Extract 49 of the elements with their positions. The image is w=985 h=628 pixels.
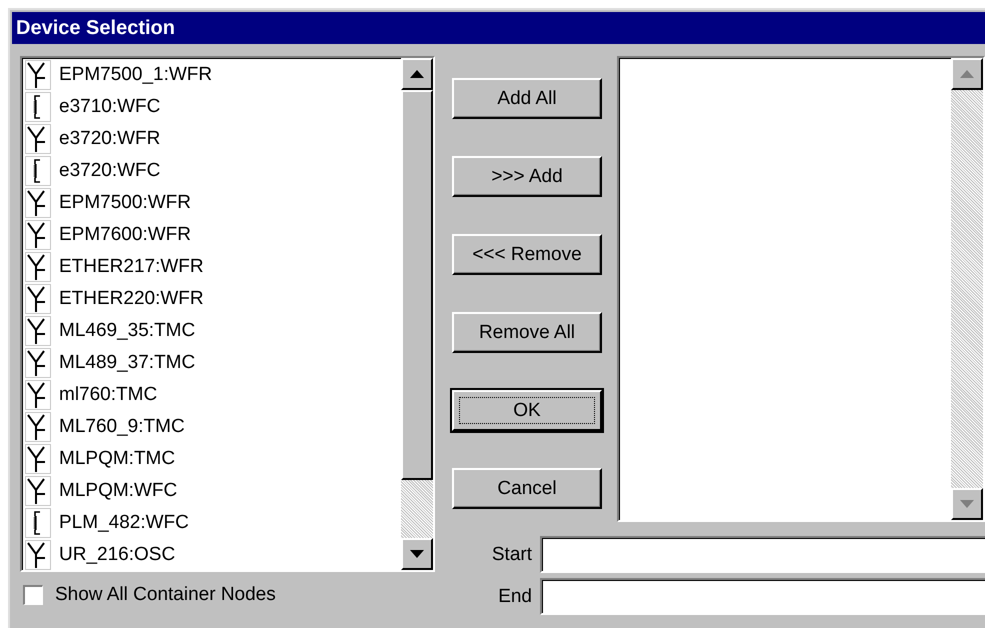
coil-icon	[25, 92, 51, 122]
antenna-icon	[25, 412, 51, 442]
antenna-icon	[25, 476, 51, 506]
coil-icon	[25, 508, 51, 538]
scroll-up-icon	[410, 70, 424, 78]
dialog-button[interactable]: Cancel	[452, 468, 602, 509]
device-list-item[interactable]: EPM7500:WFR	[25, 187, 401, 219]
antenna-icon	[25, 316, 51, 346]
field-label: End	[498, 586, 532, 608]
scroll-down-icon	[410, 550, 424, 558]
device-list-item[interactable]: MLPQM:TMC	[25, 443, 401, 475]
device-list-item[interactable]: EPM7600:WFR	[25, 219, 401, 251]
dialog-button[interactable]: OK	[452, 390, 602, 431]
input-field[interactable]	[540, 536, 985, 573]
device-list-item[interactable]: e3710:WFC	[25, 91, 401, 123]
field-label: Start	[492, 544, 532, 566]
antenna-icon	[25, 444, 51, 474]
dialog-button[interactable]: Add All	[452, 78, 602, 119]
device-list-item[interactable]: ML469_35:TMC	[25, 315, 401, 347]
device-list-item[interactable]: ETHER217:WFR	[25, 251, 401, 283]
device-list-item[interactable]: ML760_9:TMC	[25, 411, 401, 443]
checkbox[interactable]	[23, 585, 43, 605]
dialog-button[interactable]: <<< Remove	[452, 234, 602, 275]
input-field[interactable]	[540, 578, 985, 615]
window-title: Device Selection	[16, 16, 175, 40]
device-list-item[interactable]: MLPQM:WFC	[25, 475, 401, 507]
antenna-icon	[25, 252, 51, 282]
scroll-up-icon	[960, 70, 974, 78]
device-list-item[interactable]: ETHER220:WFR	[25, 283, 401, 315]
antenna-icon	[25, 60, 51, 90]
device-list-item[interactable]: EPM7500_1:WFR	[25, 59, 401, 91]
dialog-button[interactable]: >>> Add	[452, 156, 602, 197]
antenna-icon	[25, 348, 51, 378]
scroll-down-icon	[960, 500, 974, 508]
dialog-button[interactable]: Remove All	[452, 312, 602, 353]
device-list-item[interactable]: ml760:TMC	[25, 379, 401, 411]
show-all-container-nodes-checkbox[interactable]: Show All Container Nodes	[23, 584, 276, 606]
antenna-icon	[25, 284, 51, 314]
antenna-icon	[25, 188, 51, 218]
device-list-item[interactable]: e3720:WFR	[25, 123, 401, 155]
scroll-bar[interactable]	[401, 58, 433, 570]
antenna-icon	[25, 380, 51, 410]
antenna-icon	[25, 124, 51, 154]
coil-icon	[25, 156, 51, 186]
device-list-item[interactable]: PLM_482:WFC	[25, 507, 401, 539]
device-list-item[interactable]: UR_216:OSC	[25, 539, 401, 570]
device-list-item[interactable]: e3720:WFC	[25, 155, 401, 187]
device-list-item[interactable]: ML489_37:TMC	[25, 347, 401, 379]
antenna-icon	[25, 220, 51, 250]
